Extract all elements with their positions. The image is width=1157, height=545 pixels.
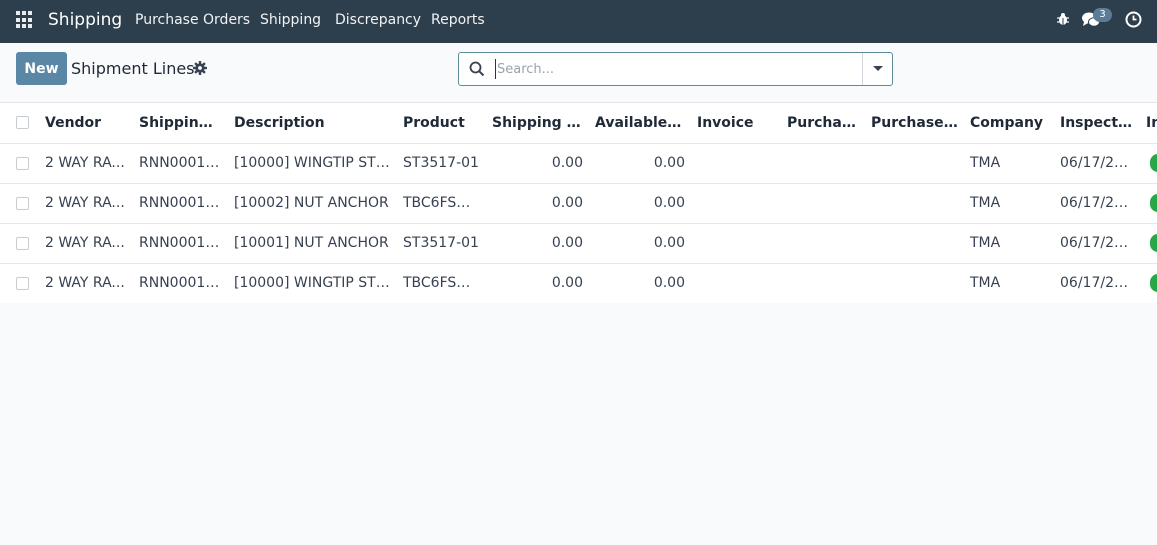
cell-shipping-qty[interactable]: 0.00 <box>486 263 589 303</box>
clock-icon[interactable] <box>1125 11 1142 28</box>
row-checkbox[interactable] <box>16 156 29 170</box>
column-header-description[interactable]: Description <box>228 103 397 143</box>
cell-available-qty[interactable]: 0.00 <box>589 223 691 263</box>
column-header-company[interactable]: Company <box>964 103 1054 143</box>
menu-purchase-orders[interactable]: Purchase Orders <box>135 12 250 28</box>
table-row[interactable]: 2 WAY RA... RNN00017... [10001] NUT ANCH… <box>0 223 1157 263</box>
bug-icon[interactable] <box>1056 12 1070 26</box>
search-icon <box>469 61 485 77</box>
cell-shipping-ref[interactable]: RNN00017... <box>133 223 228 263</box>
column-header-product[interactable]: Product <box>397 103 486 143</box>
search-input[interactable] <box>495 59 855 79</box>
search-options-toggle[interactable] <box>862 53 892 85</box>
cell-vendor[interactable]: 2 WAY RA... <box>39 223 133 263</box>
apps-grid-icon[interactable] <box>16 11 34 29</box>
row-checkbox[interactable] <box>16 276 29 290</box>
page-title: Shipment Lines <box>71 59 195 78</box>
cell-invoice[interactable] <box>691 183 781 223</box>
cell-shipping-qty[interactable]: 0.00 <box>486 183 589 223</box>
search-bar <box>458 52 893 86</box>
cell-description[interactable]: [10000] WINGTIP STR... <box>228 263 397 303</box>
app-name[interactable]: Shipping <box>48 10 122 30</box>
cell-purchase[interactable] <box>781 183 865 223</box>
top-navbar: Shipping Purchase Orders Shipping Discre… <box>0 0 1157 43</box>
cell-description[interactable]: [10001] NUT ANCHOR <box>228 223 397 263</box>
column-header-available-qty[interactable]: Available Q... <box>589 103 691 143</box>
cell-shipping-ref[interactable]: RNN00019... <box>133 143 228 183</box>
message-count-badge: 3 <box>1093 8 1112 22</box>
row-select-cell[interactable] <box>0 183 39 223</box>
row-select-cell[interactable] <box>0 223 39 263</box>
cell-status[interactable] <box>1140 263 1157 303</box>
cell-shipping-qty[interactable]: 0.00 <box>486 223 589 263</box>
menu-reports[interactable]: Reports <box>431 12 485 28</box>
column-header-vendor[interactable]: Vendor <box>39 103 133 143</box>
cell-purchase-order[interactable] <box>865 263 964 303</box>
cell-shipping-ref[interactable]: RNN00016... <box>133 263 228 303</box>
cell-available-qty[interactable]: 0.00 <box>589 263 691 303</box>
cell-purchase-order[interactable] <box>865 143 964 183</box>
table-row[interactable]: 2 WAY RA... RNN00016... [10000] WINGTIP … <box>0 263 1157 303</box>
row-checkbox[interactable] <box>16 196 29 210</box>
cell-shipping-qty[interactable]: 0.00 <box>486 143 589 183</box>
cell-purchase[interactable] <box>781 143 865 183</box>
column-header-purchase-order[interactable]: Purchase O... <box>865 103 964 143</box>
cell-invoice[interactable] <box>691 263 781 303</box>
cell-purchase-order[interactable] <box>865 183 964 223</box>
column-header-inspection[interactable]: Inspectio... <box>1054 103 1140 143</box>
cell-status[interactable] <box>1140 183 1157 223</box>
column-header-invoice[interactable]: Invoice <box>691 103 781 143</box>
row-select-cell[interactable] <box>0 143 39 183</box>
cell-inspection[interactable]: 06/17/2025 <box>1054 223 1140 263</box>
status-badge <box>1150 194 1157 212</box>
status-badge <box>1150 234 1157 252</box>
cell-purchase[interactable] <box>781 223 865 263</box>
menu-discrepancy[interactable]: Discrepancy <box>335 12 421 28</box>
menu-shipping[interactable]: Shipping <box>260 12 321 28</box>
select-all-checkbox[interactable] <box>16 116 29 130</box>
table-row[interactable]: 2 WAY RA... RNN00018... [10002] NUT ANCH… <box>0 183 1157 223</box>
cell-vendor[interactable]: 2 WAY RA... <box>39 263 133 303</box>
new-button[interactable]: New <box>16 52 67 85</box>
cell-product[interactable]: TBC6FSM... <box>397 183 486 223</box>
caret-down-icon <box>873 66 883 71</box>
cell-purchase-order[interactable] <box>865 223 964 263</box>
cell-product[interactable]: ST3517-01 <box>397 223 486 263</box>
cell-invoice[interactable] <box>691 143 781 183</box>
cell-company[interactable]: TMA <box>964 183 1054 223</box>
column-header-shipping-qty[interactable]: Shipping Qu... <box>486 103 589 143</box>
cell-purchase[interactable] <box>781 263 865 303</box>
cell-product[interactable]: TBC6FSM... <box>397 263 486 303</box>
cell-product[interactable]: ST3517-01 <box>397 143 486 183</box>
status-badge <box>1150 154 1157 172</box>
cell-company[interactable]: TMA <box>964 263 1054 303</box>
column-header-shipping-ref[interactable]: Shipping R... <box>133 103 228 143</box>
table-row[interactable]: 2 WAY RA... RNN00019... [10000] WINGTIP … <box>0 143 1157 183</box>
shipment-lines-table: Vendor Shipping R... Description Product… <box>0 102 1157 303</box>
cell-available-qty[interactable]: 0.00 <box>589 183 691 223</box>
cell-description[interactable]: [10002] NUT ANCHOR <box>228 183 397 223</box>
cell-shipping-ref[interactable]: RNN00018... <box>133 183 228 223</box>
column-header-in[interactable]: In <box>1140 103 1157 143</box>
cell-company[interactable]: TMA <box>964 143 1054 183</box>
table-header-row: Vendor Shipping R... Description Product… <box>0 103 1157 143</box>
cell-company[interactable]: TMA <box>964 223 1054 263</box>
cell-available-qty[interactable]: 0.00 <box>589 143 691 183</box>
row-checkbox[interactable] <box>16 236 29 250</box>
select-all-cell[interactable] <box>0 103 39 143</box>
cell-invoice[interactable] <box>691 223 781 263</box>
cell-status[interactable] <box>1140 223 1157 263</box>
status-badge <box>1150 274 1157 292</box>
cell-description[interactable]: [10000] WINGTIP STR... <box>228 143 397 183</box>
gear-icon[interactable] <box>193 61 207 75</box>
cell-inspection[interactable]: 06/17/2025 <box>1054 263 1140 303</box>
row-select-cell[interactable] <box>0 263 39 303</box>
cell-status[interactable] <box>1140 143 1157 183</box>
column-header-purchase[interactable]: Purchase... <box>781 103 865 143</box>
cell-vendor[interactable]: 2 WAY RA... <box>39 183 133 223</box>
cell-vendor[interactable]: 2 WAY RA... <box>39 143 133 183</box>
cell-inspection[interactable]: 06/17/2025 <box>1054 143 1140 183</box>
cell-inspection[interactable]: 06/17/2025 <box>1054 183 1140 223</box>
